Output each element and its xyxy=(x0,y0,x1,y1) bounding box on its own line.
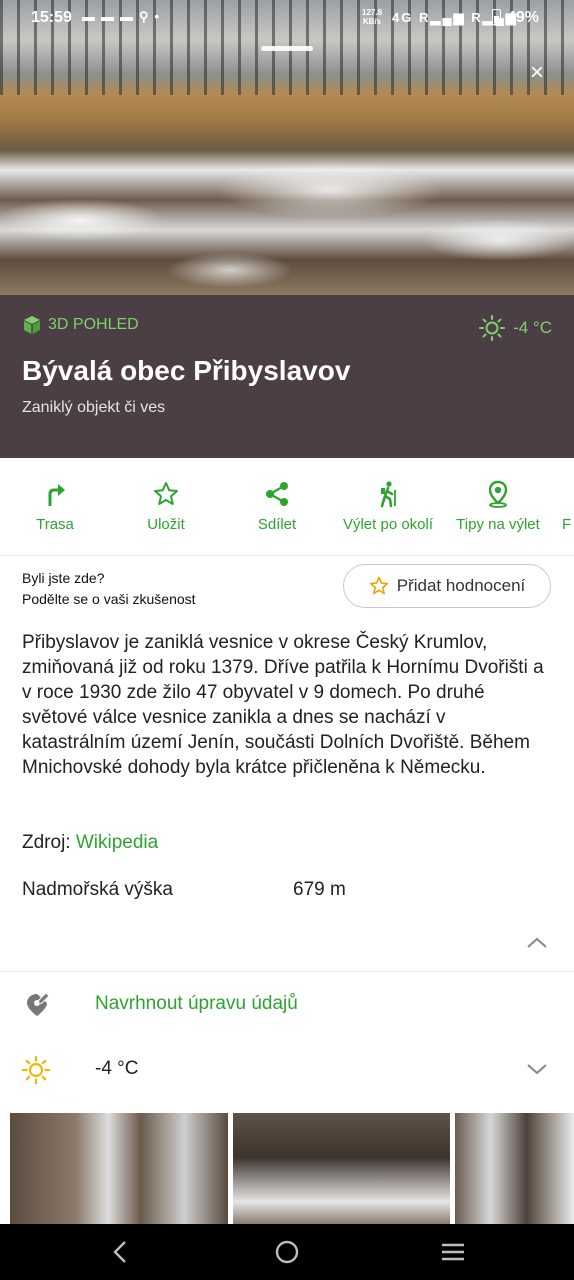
close-button[interactable]: × xyxy=(524,60,550,86)
drag-handle[interactable] xyxy=(261,46,313,51)
elevation-label: Nadmořská výška xyxy=(22,879,173,900)
weather-temp-row: -4 °C xyxy=(95,1058,139,1079)
share-button[interactable]: Sdílet xyxy=(222,480,332,533)
more-action-partial[interactable]: F xyxy=(562,480,574,533)
place-category: Zaniklý objekt či ves xyxy=(22,399,166,416)
save-button[interactable]: Uložit xyxy=(111,480,221,533)
source-row: Zdroj: Wikipedia xyxy=(22,832,158,854)
view-3d-label: 3D POHLED xyxy=(48,316,139,333)
rating-line-1: Byli jste zde? xyxy=(22,570,105,586)
battery-percent: 49% xyxy=(507,9,540,26)
share-label: Sdílet xyxy=(257,516,297,533)
rating-line-2: Podělte se o vaši zkušenost xyxy=(22,591,196,607)
pin-icon xyxy=(488,480,508,508)
star-outline-icon xyxy=(369,576,388,595)
gallery-photo-2[interactable] xyxy=(233,1113,450,1224)
weather-temp: -4 °C xyxy=(513,318,552,337)
place-header: 3D POHLED -4 °C Bývalá obec Přibyslavov … xyxy=(0,295,574,458)
edit-tag-icon xyxy=(27,992,50,1016)
source-label: Zdroj: xyxy=(22,832,71,853)
home-icon[interactable] xyxy=(272,1238,302,1266)
status-bar: 15:59 ▬▬▬⚲• 127.8 KB/s 4G R▂▄▆ R▂▄▆ 49% xyxy=(0,0,574,36)
trip-tips-label: Tipy na výlet xyxy=(456,516,540,533)
weather-badge[interactable]: -4 °C xyxy=(479,315,552,341)
add-rating-label: Přidat hodnocení xyxy=(396,576,526,595)
recents-icon[interactable] xyxy=(438,1238,468,1266)
notification-icons: ▬▬▬⚲• xyxy=(82,9,166,24)
photo-gallery xyxy=(0,1113,574,1224)
cube-icon xyxy=(24,316,40,334)
place-description: Přibyslavov je zaniklá vesnice v okrese … xyxy=(22,632,544,778)
nearby-trip-button[interactable]: Výlet po okolí xyxy=(333,480,443,533)
wikipedia-link[interactable]: Wikipedia xyxy=(76,832,158,853)
action-bar: Trasa Uložit Sdílet Výlet po okolí Tipy … xyxy=(0,458,574,556)
route-icon xyxy=(48,484,65,506)
net-speed-value: 127.8 xyxy=(362,8,383,17)
share-icon xyxy=(266,482,288,506)
gallery-photo-3[interactable] xyxy=(455,1113,574,1224)
add-rating-button[interactable]: Přidat hodnocení xyxy=(343,564,551,608)
divider xyxy=(0,971,574,972)
rating-question: Byli jste zde? Podělte se o vaši zkušeno… xyxy=(22,568,196,610)
suggest-edit-link[interactable]: Navrhnout úpravu údajů xyxy=(95,993,298,1015)
hero-photo[interactable] xyxy=(0,0,574,295)
view-3d-button[interactable]: 3D POHLED xyxy=(22,315,139,335)
route-button[interactable]: Trasa xyxy=(0,480,110,533)
net-speed: 127.8 KB/s xyxy=(362,8,382,26)
battery-icon xyxy=(492,9,501,25)
hero-photo-snow xyxy=(0,150,574,295)
back-icon[interactable] xyxy=(106,1238,136,1266)
rating-prompt: Byli jste zde? Podělte se o vaši zkušeno… xyxy=(0,556,574,620)
place-title: Bývalá obec Přibyslavov xyxy=(22,355,351,386)
weather-sun-icon xyxy=(22,1056,50,1084)
chevron-down-icon[interactable] xyxy=(526,1058,548,1080)
system-nav-bar xyxy=(0,1224,574,1280)
elevation-value: 679 m xyxy=(293,879,346,900)
hiker-icon xyxy=(380,481,396,508)
network-type: 4G xyxy=(392,10,414,25)
route-label: Trasa xyxy=(36,516,74,533)
roaming-2: R xyxy=(471,10,483,25)
more-action-label: F xyxy=(562,516,572,533)
sun-icon xyxy=(479,315,506,341)
save-label: Uložit xyxy=(147,516,185,533)
status-time: 15:59 xyxy=(31,9,72,26)
chevron-up-icon[interactable] xyxy=(526,932,548,954)
roaming-1: R xyxy=(418,10,431,25)
nearby-trip-label: Výlet po okolí xyxy=(342,516,434,533)
trip-tips-button[interactable]: Tipy na výlet xyxy=(443,480,553,533)
net-speed-unit: KB/s xyxy=(362,17,382,26)
star-icon xyxy=(154,482,178,505)
gallery-photo-1[interactable] xyxy=(10,1113,228,1224)
